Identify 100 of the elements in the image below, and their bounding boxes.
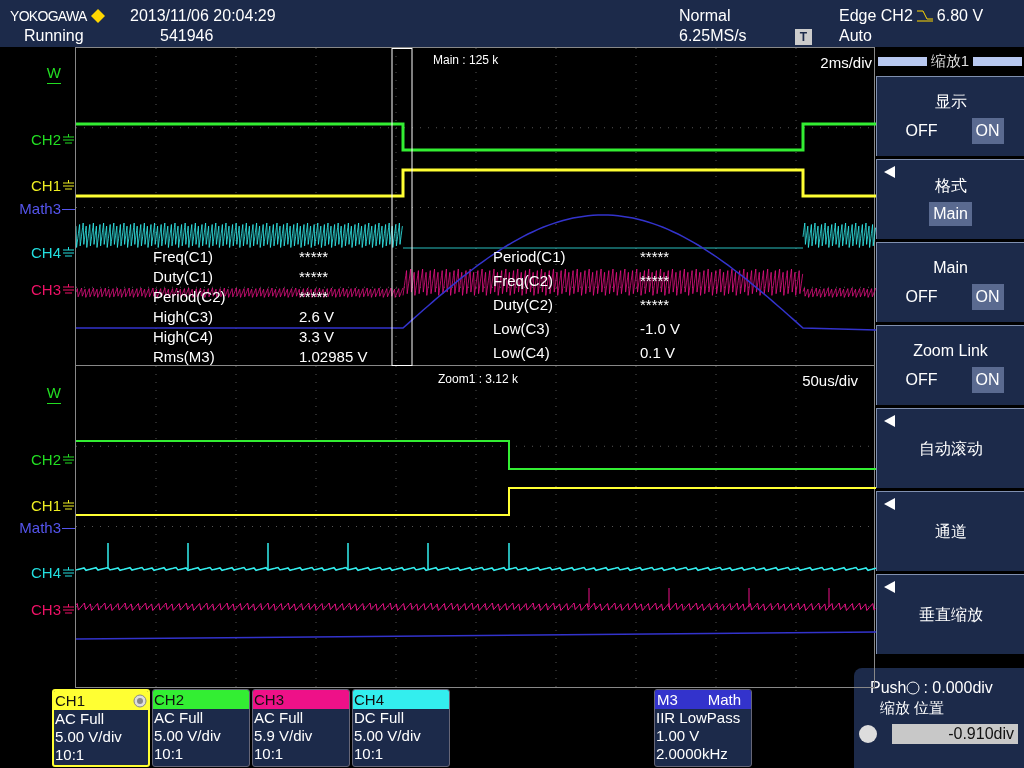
- toggle-option: OFF: [901, 283, 942, 310]
- push-value: : 0.000div: [922, 678, 993, 698]
- channel-card[interactable]: CH1 AC Full 5.00 V/div 10:1: [52, 689, 150, 767]
- trace-label: CH3: [31, 600, 61, 620]
- math-name: M3: [657, 690, 678, 709]
- run-status: Running: [23, 26, 85, 46]
- selected-value: Main: [929, 201, 972, 226]
- measurement-value: 2.6 V: [299, 307, 336, 327]
- toggle-option: OFF: [901, 366, 942, 393]
- sample-rate: 6.25MS/s: [679, 26, 748, 46]
- edge-icon: [916, 10, 933, 22]
- measurement-value: *****: [640, 247, 671, 267]
- window-label: W: [46, 383, 61, 404]
- channel-name: CH2: [154, 690, 184, 709]
- channel-setting: 10:1: [253, 745, 285, 763]
- menu-softkey[interactable]: 显示 OFF ON: [876, 76, 1024, 156]
- softkey-label: 垂直缩放: [918, 604, 983, 625]
- circle-icon: [906, 681, 921, 695]
- menu-softkey[interactable]: Main OFF ON: [876, 242, 1024, 322]
- math-title: Math: [707, 690, 742, 709]
- channel-card[interactable]: CH2 AC Full 5.00 V/div 10:1: [152, 689, 250, 767]
- measurement-value: *****: [299, 247, 330, 267]
- softkey-label: 格式: [934, 175, 967, 196]
- channel-setting: 5.00 V/div: [153, 727, 222, 745]
- measurement-name: High(C4): [153, 327, 214, 347]
- date-time: 2013/11/06 20:04:29: [130, 6, 277, 26]
- channel-name: CH1: [55, 691, 85, 710]
- softkey-label: Main: [933, 257, 968, 278]
- channel-setting: 5.00 V/div: [54, 728, 123, 746]
- ground-icon: [62, 247, 75, 259]
- menu-softkey[interactable]: 格式 Main: [876, 159, 1024, 239]
- softkey-label: 通道: [934, 521, 967, 542]
- title-bar-stripe: [973, 56, 1022, 66]
- trace-label: CH4: [31, 563, 61, 583]
- channel-setting: 10:1: [54, 746, 86, 764]
- measurement-name: Duty(C2): [493, 295, 554, 315]
- channel-card[interactable]: CH3 AC Full 5.9 V/div 10:1: [252, 689, 350, 767]
- menu-softkey[interactable]: 自动滚动: [876, 408, 1024, 488]
- measurement-name: Duty(C1): [153, 267, 214, 287]
- knob-icon: [858, 724, 878, 744]
- math-setting: IIR LowPass: [655, 709, 742, 727]
- measurement-value: 3.3 V: [299, 327, 336, 347]
- channel-setting: DC Full: [353, 709, 405, 727]
- trace-label: Math3: [19, 518, 61, 538]
- ground-icon: [62, 180, 75, 192]
- channel-setting: 5.00 V/div: [353, 727, 422, 745]
- ground-icon: [62, 500, 75, 512]
- channel-setting: 10:1: [153, 745, 185, 763]
- channel-setting: AC Full: [153, 709, 205, 727]
- measurement-value: *****: [640, 271, 671, 291]
- trace-label: CH1: [31, 176, 61, 196]
- trace-label: CH1: [31, 496, 61, 516]
- toggle-option: ON: [971, 366, 1004, 393]
- trace-label: Math3: [19, 199, 61, 219]
- math-card[interactable]: M3 Math IIR LowPass 1.00 V 2.0000kHz: [654, 689, 752, 767]
- measurement-value: *****: [640, 295, 671, 315]
- trigger-type: Auto: [839, 26, 873, 46]
- toggle-option: OFF: [901, 117, 942, 144]
- menu-softkey[interactable]: 通道: [876, 491, 1024, 571]
- softkey-label: 显示: [934, 91, 967, 112]
- trace-label: CH3: [31, 280, 61, 300]
- channel-setting: AC Full: [54, 710, 106, 728]
- timebase: 2ms/div: [820, 53, 872, 73]
- diamond-icon: [90, 9, 105, 23]
- ground-icon: [62, 284, 75, 296]
- measurement-name: Low(C3): [493, 319, 551, 339]
- softkey-label: 自动滚动: [918, 438, 983, 459]
- channel-setting: 5.9 V/div: [253, 727, 314, 745]
- ground-icon: [62, 604, 75, 616]
- panel-title: Main : 125 k: [433, 52, 499, 69]
- math-setting: 1.00 V: [655, 727, 701, 745]
- push-label: Push: [870, 678, 907, 698]
- menu-softkey[interactable]: 垂直缩放: [876, 574, 1024, 654]
- measurement-value: *****: [299, 287, 330, 307]
- title-bar-stripe: [878, 56, 927, 66]
- trace-label: CH2: [31, 130, 61, 150]
- trigger-level: 6.80 V: [936, 6, 984, 26]
- position-field[interactable]: -0.910div: [892, 724, 1018, 744]
- trigger-source: Edge CH2: [839, 6, 913, 26]
- menu-title: 缩放1: [930, 50, 970, 71]
- measurement-value: 0.1 V: [640, 343, 677, 363]
- channel-setting: 10:1: [353, 745, 385, 763]
- brand-logo: YOKOGAWA: [10, 7, 87, 26]
- channel-card[interactable]: CH4 DC Full 5.00 V/div 10:1: [352, 689, 450, 767]
- panel-title: Zoom1 : 3.12 k: [438, 371, 519, 388]
- toggle-option: ON: [971, 117, 1004, 144]
- math-setting: 2.0000kHz: [655, 745, 729, 763]
- trigger-position-marker: T: [795, 29, 812, 45]
- trace-label: CH4: [31, 243, 61, 263]
- window-label: W: [46, 63, 61, 84]
- measurement-value: 1.02985 V: [299, 347, 369, 367]
- menu-softkey[interactable]: Zoom Link OFF ON: [876, 325, 1024, 405]
- measurement-value: *****: [299, 267, 330, 287]
- measurement-name: Period(C1): [493, 247, 567, 267]
- measurement-name: High(C3): [153, 307, 214, 327]
- trigger-mode: Normal: [679, 6, 732, 26]
- knob-label: 缩放 位置: [879, 698, 946, 718]
- ground-icon: [62, 567, 75, 579]
- acquisition-count: 541946: [159, 26, 215, 46]
- ground-icon: [62, 134, 75, 146]
